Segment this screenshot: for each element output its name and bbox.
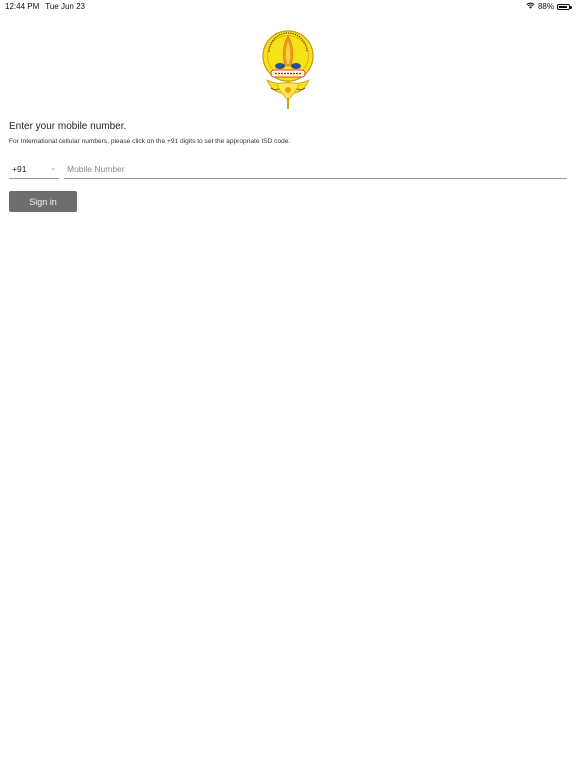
battery-icon	[557, 3, 572, 10]
wifi-icon	[526, 2, 535, 11]
battery-fill	[559, 5, 567, 8]
country-code-value: +91	[12, 164, 27, 174]
chevron-down-icon: ⌄	[50, 165, 56, 172]
status-time: 12:44 PM	[5, 2, 40, 11]
sign-in-button[interactable]: Sign in	[9, 191, 77, 212]
country-code-select[interactable]: +91 ⌄	[9, 160, 59, 179]
status-bar: 12:44 PM Tue Jun 23 88%	[0, 0, 576, 14]
isd-help-text: For International cellular numbers, plea…	[9, 138, 291, 145]
status-left: 12:44 PM Tue Jun 23	[5, 2, 85, 11]
battery-percent: 88%	[537, 2, 554, 11]
mobile-number-input[interactable]	[64, 160, 567, 179]
app-logo	[255, 28, 321, 110]
status-date: Tue Jun 23	[45, 2, 85, 11]
page-heading: Enter your mobile number.	[9, 121, 127, 132]
temple-lamp-logo	[262, 30, 314, 109]
status-right: 88%	[526, 2, 572, 11]
